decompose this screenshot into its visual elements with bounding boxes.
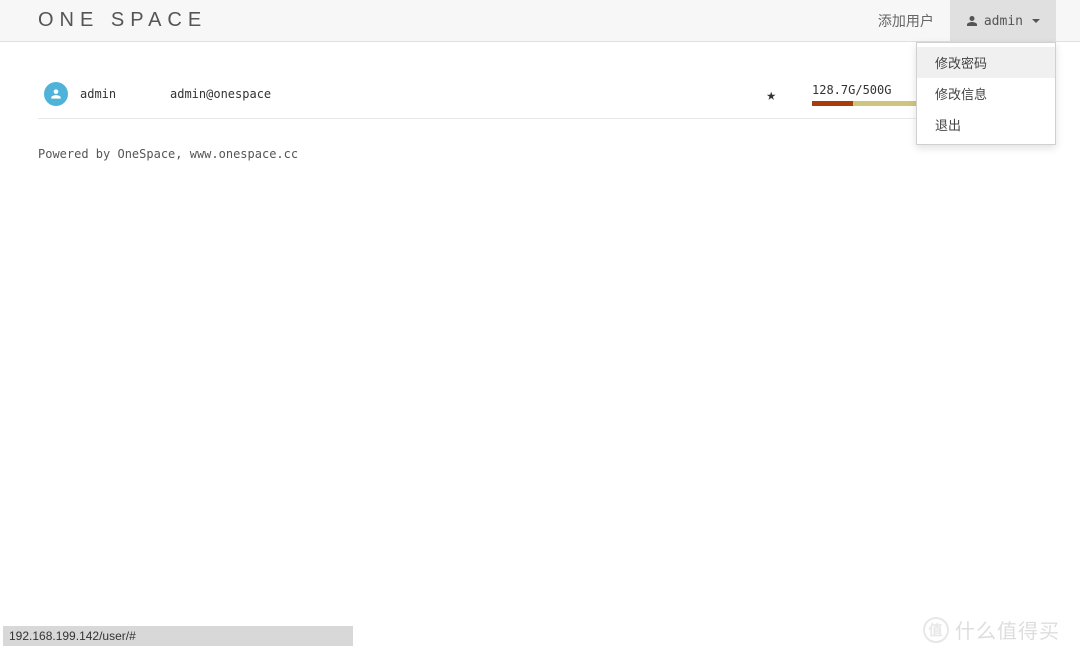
star-icon[interactable]: ★ (766, 85, 776, 104)
storage-progress-fill (812, 101, 853, 106)
dropdown-item-change-password[interactable]: 修改密码 (917, 47, 1055, 78)
user-dropdown-button[interactable]: admin (950, 0, 1056, 42)
watermark-text: 什么值得买 (955, 615, 1060, 644)
username-cell: admin (80, 87, 170, 101)
watermark: 值 什么值得买 (923, 615, 1060, 644)
chevron-down-icon (1032, 19, 1040, 23)
nav-right: 添加用户 admin (862, 0, 1056, 42)
footer-text: Powered by OneSpace, www.onespace.cc (38, 119, 1042, 161)
user-dropdown-menu: 修改密码 修改信息 退出 (916, 42, 1056, 145)
logo[interactable]: ONE SPACE (38, 9, 207, 32)
add-user-button[interactable]: 添加用户 (862, 0, 950, 42)
current-user-label: admin (984, 14, 1023, 29)
email-cell: admin@onespace (170, 87, 766, 101)
table-row[interactable]: admin admin@onespace ★ 128.7G/500G (38, 72, 1042, 119)
status-bar: 192.168.199.142/user/# (3, 626, 353, 646)
watermark-icon: 值 (923, 617, 949, 643)
dropdown-item-logout[interactable]: 退出 (917, 109, 1055, 140)
avatar (44, 82, 68, 106)
user-icon (966, 14, 978, 28)
navbar: ONE SPACE 添加用户 admin (0, 0, 1080, 42)
dropdown-item-change-info[interactable]: 修改信息 (917, 78, 1055, 109)
